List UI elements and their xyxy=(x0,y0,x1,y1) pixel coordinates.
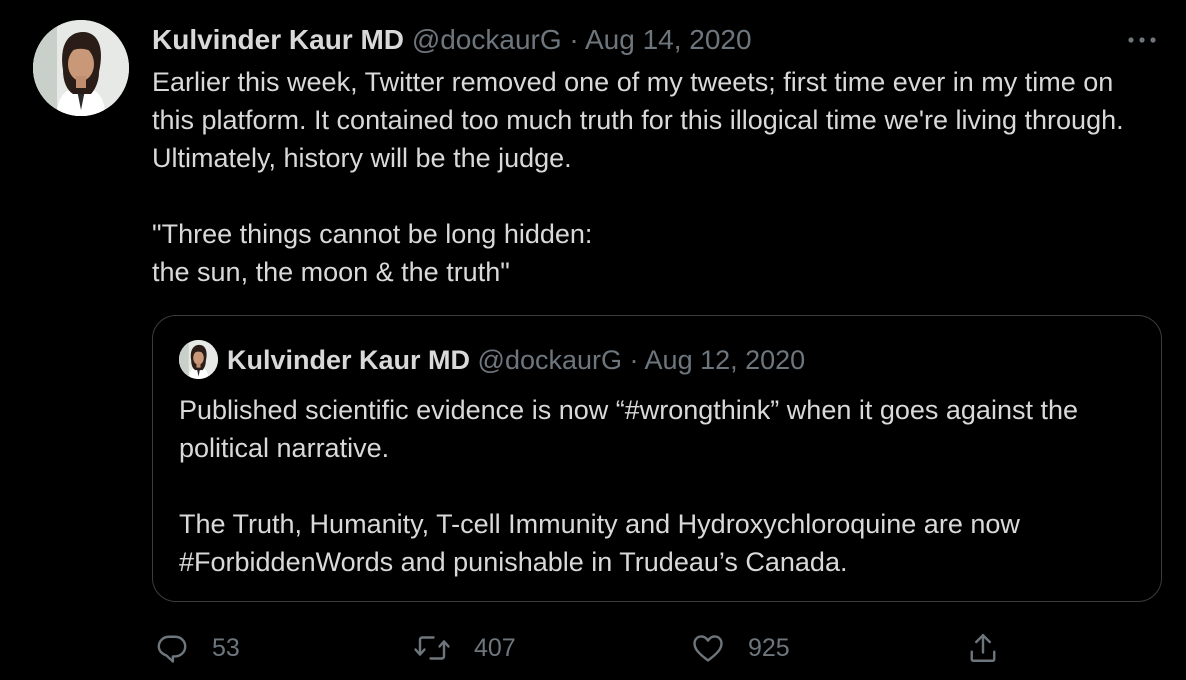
separator-dot: · xyxy=(569,24,579,55)
share-icon xyxy=(970,634,996,662)
author-handle[interactable]: @dockaurG xyxy=(412,24,562,55)
avatar-photo xyxy=(33,20,129,116)
retweet-button[interactable]: 407 xyxy=(412,628,516,668)
quoted-author-handle: @dockaurG xyxy=(477,345,623,375)
reply-icon xyxy=(157,635,187,663)
reply-button[interactable]: 53 xyxy=(154,628,240,668)
quoted-separator-dot: · xyxy=(629,345,639,375)
heart-icon xyxy=(693,635,723,662)
reply-count: 53 xyxy=(212,633,240,662)
share-button[interactable] xyxy=(965,628,1001,668)
quoted-tweet-header: Kulvinder Kaur MD @dockaurG · Aug 12, 20… xyxy=(227,343,805,377)
tweet-date[interactable]: Aug 14, 2020 xyxy=(585,24,752,55)
quoted-tweet-date: Aug 12, 2020 xyxy=(644,345,806,375)
retweet-count: 407 xyxy=(474,633,516,662)
author-name[interactable]: Kulvinder Kaur MD xyxy=(152,24,404,55)
avatar[interactable] xyxy=(33,20,129,116)
tweet-text: Earlier this week, Twitter removed one o… xyxy=(152,67,1124,287)
retweet-icon xyxy=(414,636,450,660)
quoted-tweet-text: Published scientific evidence is now “#w… xyxy=(179,395,1079,577)
quoted-tweet[interactable]: Kulvinder Kaur MD @dockaurG · Aug 12, 20… xyxy=(152,315,1162,602)
more-horizontal-icon[interactable] xyxy=(1124,26,1160,54)
quoted-author-name: Kulvinder Kaur MD xyxy=(227,345,471,375)
quoted-avatar xyxy=(179,340,218,379)
quoted-avatar-photo xyxy=(179,340,218,379)
tweet-header: Kulvinder Kaur MD @dockaurG · Aug 14, 20… xyxy=(152,22,752,58)
like-count: 925 xyxy=(748,633,790,662)
like-button[interactable]: 925 xyxy=(690,628,790,668)
